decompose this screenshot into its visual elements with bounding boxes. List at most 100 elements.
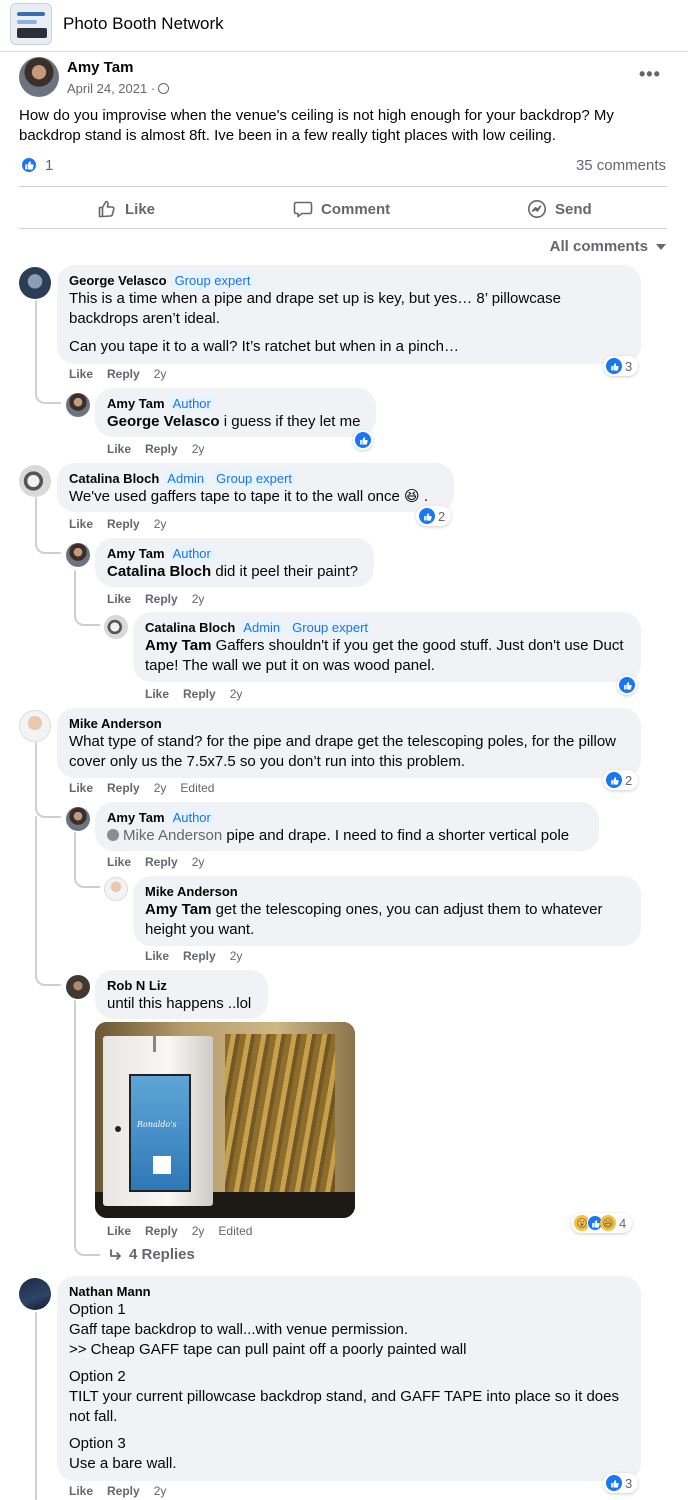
- commenter-avatar[interactable]: [66, 807, 90, 831]
- group-thumbnail[interactable]: [10, 3, 52, 45]
- comment-like-button[interactable]: Like: [107, 855, 131, 869]
- commenter-name[interactable]: Catalina Bloch: [69, 471, 159, 486]
- comment-reply-button[interactable]: Reply: [107, 1484, 140, 1498]
- comment-like-button[interactable]: Like: [145, 687, 169, 701]
- comment-reply-button[interactable]: Reply: [107, 781, 140, 795]
- commenter-avatar[interactable]: [19, 710, 51, 742]
- comment-reply-button[interactable]: Reply: [145, 592, 178, 606]
- author-badge: Author: [168, 545, 215, 562]
- comment-text: Option 2 TILT your current pillowcase ba…: [69, 1368, 619, 1425]
- commenter-name[interactable]: Mike Anderson: [145, 884, 238, 899]
- commenter-name[interactable]: Catalina Bloch: [145, 620, 235, 635]
- comment-actions: Like Reply 2y: [145, 949, 256, 963]
- comment-reactions[interactable]: 3: [603, 356, 639, 376]
- comment-text: This is a time when a pipe and drape set…: [69, 290, 561, 327]
- mention-link[interactable]: Mike Anderson: [107, 827, 222, 844]
- mention-link[interactable]: Amy Tam: [145, 901, 211, 918]
- commenter-name[interactable]: Nathan Mann: [69, 1284, 151, 1299]
- comment-like-button[interactable]: Like: [107, 592, 131, 606]
- comments-count[interactable]: 35 comments: [576, 157, 666, 174]
- comment-time[interactable]: 2y: [154, 517, 167, 531]
- thread-line: [74, 570, 76, 612]
- comment-reactions[interactable]: 😮 😆 4: [571, 1213, 633, 1233]
- thread-connector: [35, 540, 61, 554]
- globe-icon: [158, 83, 170, 94]
- comment-text: George Velasco i guess if they let me: [107, 413, 361, 430]
- mention-link[interactable]: George Velasco: [107, 413, 220, 430]
- comment-reactions[interactable]: 2: [603, 770, 639, 790]
- comment-bubble: Nathan Mann Option 1 Gaff tape backdrop …: [57, 1276, 641, 1481]
- post-author-name[interactable]: Amy Tam: [67, 59, 133, 76]
- comment-actions: Like Reply 2y: [107, 855, 218, 869]
- thread-line: [35, 1312, 37, 1500]
- comment-like-button[interactable]: Like: [69, 1484, 93, 1498]
- comment-reply-button[interactable]: Reply: [107, 517, 140, 531]
- send-button[interactable]: Send: [527, 195, 592, 223]
- reaction-count[interactable]: 1: [45, 157, 53, 174]
- comment-sort-dropdown[interactable]: All comments: [550, 238, 666, 255]
- comment-actions: Like Reply 2y: [69, 1484, 180, 1498]
- commenter-avatar[interactable]: [19, 465, 51, 497]
- commenter-avatar[interactable]: [66, 975, 90, 999]
- comment-text: Can you tape it to a wall? It’s ratchet …: [69, 338, 459, 355]
- comment-reply-button[interactable]: Reply: [145, 442, 178, 456]
- commenter-name[interactable]: George Velasco: [69, 273, 167, 288]
- comment-reply-button[interactable]: Reply: [145, 855, 178, 869]
- commenter-avatar[interactable]: [19, 1278, 51, 1310]
- comment-reactions[interactable]: 3: [603, 1473, 639, 1493]
- comment-like-button[interactable]: Like: [145, 949, 169, 963]
- thumbs-up-icon: [98, 200, 115, 218]
- messenger-icon: [528, 200, 546, 218]
- commenter-avatar[interactable]: [66, 393, 90, 417]
- mention-link[interactable]: Amy Tam: [145, 637, 211, 654]
- commenter-name[interactable]: Amy Tam: [107, 546, 165, 561]
- comment-reactions[interactable]: [353, 430, 373, 450]
- comment-reply-button[interactable]: Reply: [183, 687, 216, 701]
- comment-time[interactable]: 2y: [192, 442, 205, 456]
- comment-like-button[interactable]: Like: [69, 517, 93, 531]
- comment-reactions[interactable]: [617, 675, 637, 695]
- like-button[interactable]: Like: [97, 195, 155, 223]
- comment-reply-button[interactable]: Reply: [183, 949, 216, 963]
- commenter-name[interactable]: Mike Anderson: [69, 716, 162, 731]
- comment-time[interactable]: 2y: [230, 687, 243, 701]
- thread-connector: [74, 610, 100, 626]
- view-replies-link[interactable]: 4 Replies: [109, 1246, 195, 1263]
- commenter-avatar[interactable]: [104, 615, 128, 639]
- mention-link[interactable]: Catalina Bloch: [107, 563, 211, 580]
- comment-reactions[interactable]: 2: [416, 506, 452, 526]
- like-reaction-icon[interactable]: [20, 156, 38, 174]
- comment-time[interactable]: 2y: [192, 592, 205, 606]
- comment-time[interactable]: 2y: [230, 949, 243, 963]
- comment-time[interactable]: 2y: [154, 367, 167, 381]
- author-badge: Author: [168, 395, 215, 412]
- edited-label: Edited: [218, 1224, 253, 1238]
- commenter-avatar[interactable]: [66, 543, 90, 567]
- comment-time[interactable]: 2y: [154, 1484, 167, 1498]
- commenter-avatar[interactable]: [104, 877, 128, 901]
- comment-like-button[interactable]: Like: [107, 442, 131, 456]
- comment-photo[interactable]: Ronaldo's: [95, 1022, 355, 1218]
- admin-badge: Admin: [163, 470, 209, 487]
- comment-reply-button[interactable]: Reply: [145, 1224, 178, 1238]
- comment-like-button[interactable]: Like: [69, 781, 93, 795]
- commenter-name[interactable]: Amy Tam: [107, 396, 165, 411]
- comment-button[interactable]: Comment: [293, 195, 390, 223]
- post-author-avatar[interactable]: [19, 57, 59, 97]
- group-name[interactable]: Photo Booth Network: [63, 14, 224, 34]
- commenter-name[interactable]: Amy Tam: [107, 810, 165, 825]
- post-date[interactable]: April 24, 2021 ·: [67, 81, 170, 96]
- comment-like-button[interactable]: Like: [69, 367, 93, 381]
- comment-like-button[interactable]: Like: [107, 1224, 131, 1238]
- comment-time[interactable]: 2y: [192, 855, 205, 869]
- comment-time[interactable]: 2y: [192, 1224, 205, 1238]
- more-options-button[interactable]: •••: [639, 64, 661, 85]
- comment-text: What type of stand? for the pipe and dra…: [69, 733, 617, 770]
- comment-time[interactable]: 2y: [154, 781, 167, 795]
- comment-reply-button[interactable]: Reply: [107, 367, 140, 381]
- thread-connector: [35, 802, 61, 818]
- commenter-avatar[interactable]: [19, 267, 51, 299]
- comment-bubble: Catalina Bloch Admin Group expert Amy Tam …: [133, 612, 641, 682]
- commenter-name[interactable]: Rob N Liz: [107, 978, 167, 993]
- thread-line: [74, 1000, 76, 1242]
